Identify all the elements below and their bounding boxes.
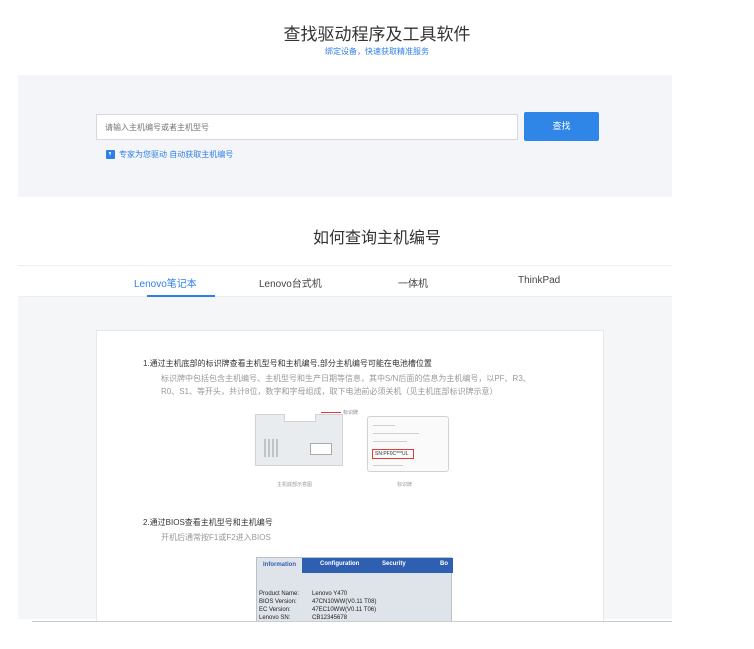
bios-tab-bar: Information Configuration Security Bo	[257, 558, 453, 573]
howto-title: 如何查询主机编号	[312, 230, 441, 247]
page-subtitle: 绑定设备，快速获取精准服务	[325, 47, 429, 56]
serial-number-highlight: SN:PF0C***UL	[372, 449, 414, 459]
label-sticker	[310, 443, 332, 455]
search-input[interactable]	[96, 114, 518, 140]
instruction-card: 1.通过主机底部的标识牌查看主机型号和主机编号,部分主机编号可能在电池槽位置 标…	[96, 330, 604, 622]
label-caption: 标识牌	[397, 482, 413, 488]
tab-thinkpad[interactable]: ThinkPad	[518, 275, 560, 286]
tab-all-in-one[interactable]: 一体机	[398, 275, 428, 290]
divider	[32, 621, 672, 622]
label-plate-image: SN:PF0C***UL	[367, 416, 449, 472]
laptop-caption: 主机底部示意图	[277, 482, 313, 488]
sticker-label: 标识牌	[343, 410, 359, 416]
expert-driver-link[interactable]: 专家为您驱动 自动获取主机编号	[106, 149, 233, 160]
laptop-bottom-image	[255, 414, 343, 466]
bios-label: Product Name:	[259, 591, 300, 597]
expert-link-label: 专家为您驱动 自动获取主机编号	[119, 150, 234, 159]
bios-tab-security: Security	[382, 561, 406, 567]
step2-desc: 开机后通常按F1或F2进入BIOS	[161, 533, 271, 542]
step2-title: 2.通过BIOS查看主机型号和主机编号	[143, 518, 273, 527]
bios-value: 47EC10WW(V0.11 T06)	[312, 607, 377, 613]
bios-value: Lenovo Y470	[312, 591, 348, 597]
bios-tab-information: Information	[257, 558, 302, 573]
download-icon	[106, 150, 115, 159]
step1-title: 1.通过主机底部的标识牌查看主机型号和主机编号,部分主机编号可能在电池槽位置	[143, 359, 432, 368]
bios-tab-configuration: Configuration	[320, 561, 360, 567]
bios-tab-boot: Bo	[440, 561, 448, 567]
bios-label: EC Version:	[259, 607, 291, 613]
step1-desc-line2: R0、S1、等开头，共计8位，数字和字母组成，取下电池前必须关机（见主机底部标识…	[161, 387, 498, 396]
tab-lenovo-notebook[interactable]: Lenovo笔记本	[134, 275, 197, 290]
bios-label: BIOS Version:	[259, 599, 297, 605]
pointer-line	[321, 412, 341, 413]
step1-desc-line1: 标识牌中包括包含主机编号、主机型号和生产日期等信息，其中S/N后面的信息为主机编…	[161, 374, 531, 383]
bios-screenshot: Information Configuration Security Bo Pr…	[256, 557, 453, 621]
page-title: 查找驱动程序及工具软件	[283, 25, 471, 44]
device-type-tabs: Lenovo笔记本 Lenovo台式机 一体机 ThinkPad	[18, 265, 672, 297]
hero-section: 查找驱动程序及工具软件 绑定设备，快速获取精准服务 查找 专家为您驱动 自动获取…	[0, 0, 754, 200]
tab-lenovo-desktop[interactable]: Lenovo台式机	[259, 275, 322, 290]
bios-value: 47CN10WW(V0.11 T08)	[312, 599, 377, 605]
search-button[interactable]: 查找	[524, 112, 599, 141]
